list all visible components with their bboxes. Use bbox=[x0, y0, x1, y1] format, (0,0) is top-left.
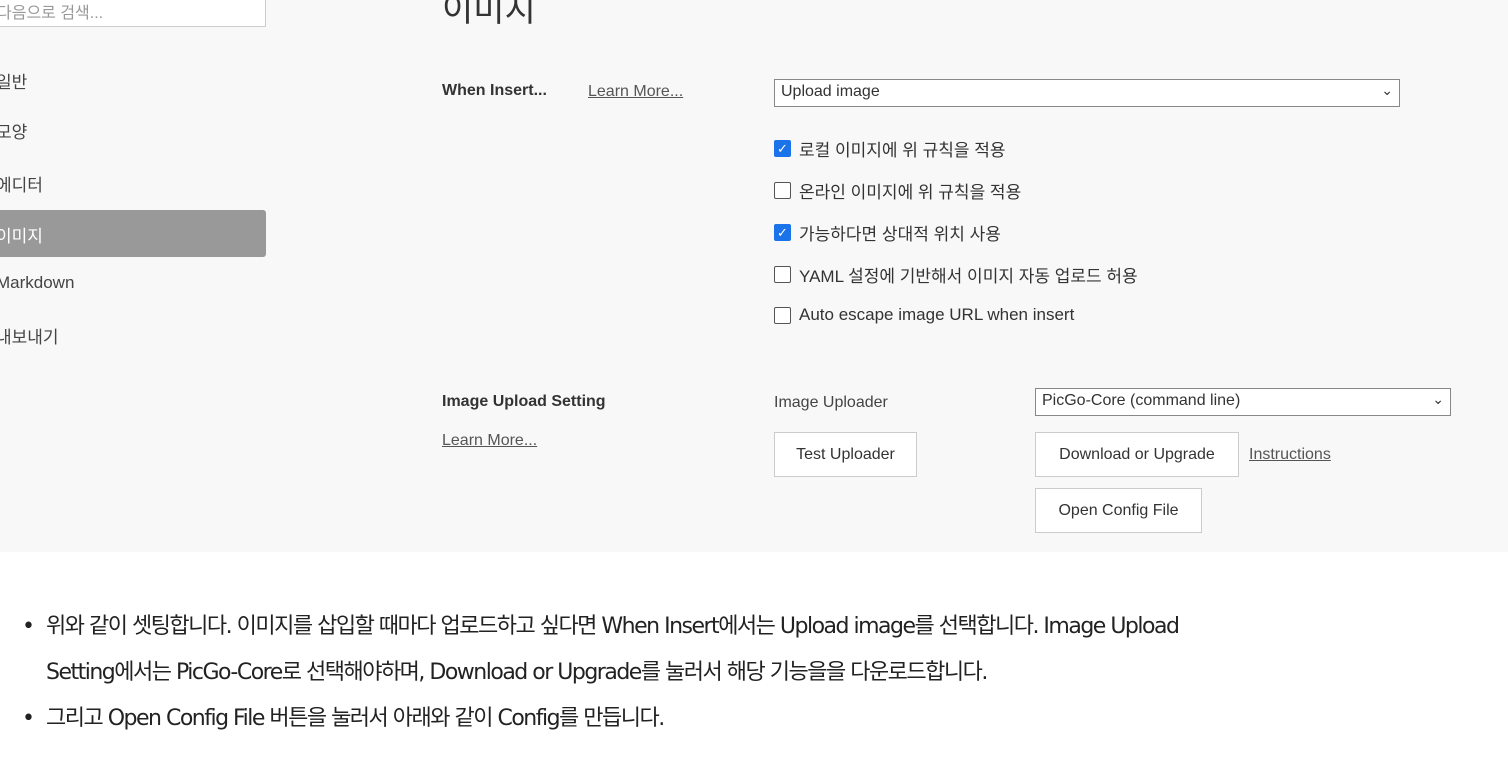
uploader-label: Image Uploader bbox=[774, 394, 888, 411]
checkbox-local-images[interactable]: ✓ 로컬 이미지에 위 규칙을 적용 bbox=[774, 136, 1006, 161]
list-item: 위와 같이 셋팅합니다. 이미지를 삽입할 때마다 업로드하고 싶다면 When… bbox=[18, 604, 1180, 696]
when-insert-label: When Insert... bbox=[442, 82, 547, 99]
chevron-down-icon: ⌄ bbox=[1381, 82, 1393, 98]
checkbox-label: 로컬 이미지에 위 규칙을 적용 bbox=[799, 141, 1006, 160]
checkbox-label: YAML 설정에 기반해서 이미지 자동 업로드 허용 bbox=[799, 267, 1138, 286]
checkbox-label: 가능하다면 상대적 위치 사용 bbox=[799, 225, 1001, 244]
checkbox-label: Auto escape image URL when insert bbox=[799, 305, 1075, 324]
page-title: 이미지 bbox=[442, 0, 536, 29]
upload-setting-label: Image Upload Setting bbox=[442, 393, 606, 410]
list-item: 그리고 Open Config File 버튼을 눌러서 아래와 같이 Conf… bbox=[18, 696, 1178, 742]
chevron-down-icon: ⌄ bbox=[1432, 391, 1444, 407]
bullet-text-continued: Setting에서는 PicGo-Core로 선택해야하며, Download … bbox=[46, 660, 988, 685]
bullet-text: 위와 같이 셋팅합니다. 이미지를 삽입할 때마다 업로드하고 싶다면 When… bbox=[46, 614, 1180, 639]
when-insert-learn-more-link[interactable]: Learn More... bbox=[588, 83, 683, 101]
checkbox-unchecked-icon bbox=[774, 306, 791, 324]
uploader-value: PicGo-Core (command line) bbox=[1042, 392, 1241, 409]
checkbox-auto-escape[interactable]: Auto escape image URL when insert bbox=[774, 305, 1074, 325]
checkbox-unchecked-icon bbox=[774, 182, 791, 199]
typora-preferences-screenshot: 다음으로 검색... 일반 모양 에디터 이미지 Markdown 내보내기 이… bbox=[0, 0, 1508, 552]
article-bullet-list: 위와 같이 셋팅합니다. 이미지를 삽입할 때마다 업로드하고 싶다면 When… bbox=[18, 604, 1180, 742]
download-upgrade-button[interactable]: Download or Upgrade bbox=[1035, 432, 1239, 477]
instructions-link[interactable]: Instructions bbox=[1249, 446, 1331, 464]
when-insert-value: Upload image bbox=[781, 83, 880, 100]
sidebar-item-export[interactable]: 내보내기 bbox=[0, 311, 266, 358]
upload-learn-more-link[interactable]: Learn More... bbox=[442, 432, 537, 450]
sidebar-item-image[interactable]: 이미지 bbox=[0, 210, 266, 257]
checkbox-relative-path[interactable]: ✓ 가능하다면 상대적 위치 사용 bbox=[774, 220, 1001, 245]
checkbox-checked-icon: ✓ bbox=[774, 140, 791, 157]
checkbox-yaml-upload[interactable]: YAML 설정에 기반해서 이미지 자동 업로드 허용 bbox=[774, 262, 1138, 287]
checkbox-checked-icon: ✓ bbox=[774, 224, 791, 241]
test-uploader-button[interactable]: Test Uploader bbox=[774, 432, 917, 477]
checkbox-label: 온라인 이미지에 위 규칙을 적용 bbox=[799, 183, 1022, 202]
checkbox-unchecked-icon bbox=[774, 266, 791, 283]
checkbox-online-images[interactable]: 온라인 이미지에 위 규칙을 적용 bbox=[774, 178, 1021, 203]
when-insert-select[interactable]: Upload image ⌄ bbox=[774, 79, 1400, 107]
search-input[interactable]: 다음으로 검색... bbox=[0, 0, 266, 27]
uploader-select[interactable]: PicGo-Core (command line) ⌄ bbox=[1035, 388, 1451, 416]
sidebar-item-general[interactable]: 일반 bbox=[0, 56, 266, 103]
sidebar-item-appearance[interactable]: 모양 bbox=[0, 106, 266, 153]
sidebar-item-editor[interactable]: 에디터 bbox=[0, 159, 266, 206]
sidebar-item-markdown[interactable]: Markdown bbox=[0, 261, 266, 308]
open-config-file-button[interactable]: Open Config File bbox=[1035, 488, 1202, 533]
